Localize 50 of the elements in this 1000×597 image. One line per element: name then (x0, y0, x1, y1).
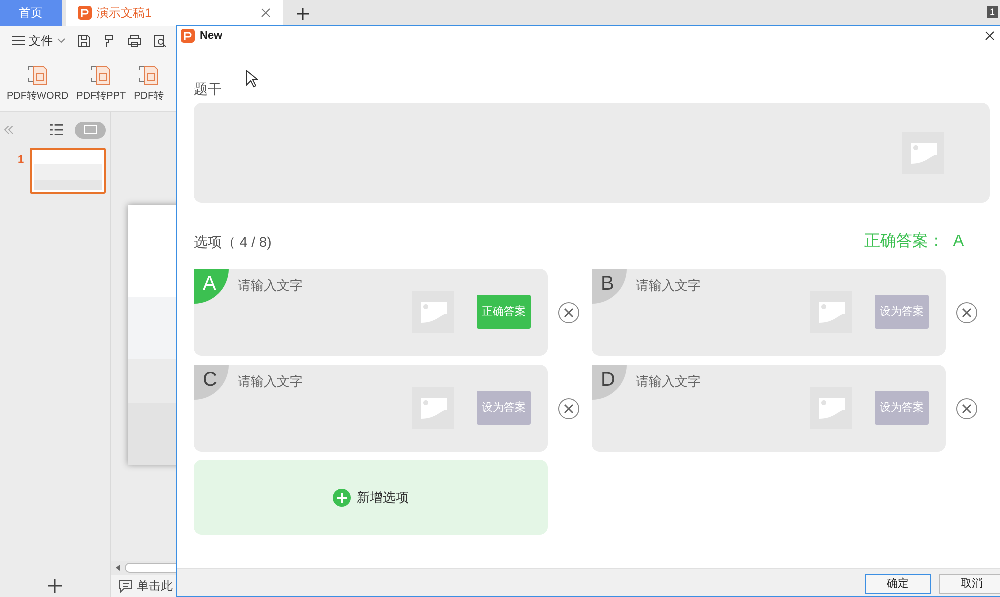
file-menu[interactable]: 文件 (12, 32, 66, 50)
document-convert-icon (90, 64, 112, 86)
caret-icon (57, 38, 66, 44)
add-option-button[interactable]: 新增选项 (194, 460, 548, 535)
document-convert-icon (26, 64, 49, 86)
slide-thumbnail[interactable] (30, 148, 106, 194)
plus-icon (333, 488, 351, 506)
save-icon[interactable] (78, 34, 91, 48)
stem-input[interactable] (194, 103, 990, 203)
document-icon (78, 6, 92, 20)
dialog-button[interactable]: 取消 (939, 574, 1000, 594)
slide-icon (84, 124, 98, 136)
stem-label: 题干 (194, 81, 222, 97)
document-convert-icon (138, 64, 160, 86)
option-text-field[interactable]: 请输入文字 (238, 276, 303, 356)
app-tab[interactable]: 首页 (0, 0, 62, 26)
cursor-icon (246, 70, 258, 88)
remove-icon[interactable] (558, 302, 580, 324)
correct-answer-label: 正确答案： A (864, 231, 964, 252)
new-tab-icon[interactable] (297, 8, 309, 20)
dialog-button[interactable]: 确定 (865, 574, 931, 594)
menu-icon (12, 36, 25, 46)
app-tab[interactable]: 演示文稿1 (66, 0, 283, 26)
ribbon-button[interactable]: PDF转 (133, 64, 166, 104)
ribbon-button[interactable]: PDF转WORD (6, 64, 70, 104)
window-count[interactable]: 1 (986, 6, 998, 18)
option-letter: A (194, 269, 229, 304)
notes-icon (119, 580, 133, 592)
print-preview-icon[interactable] (154, 34, 168, 48)
app-logo-icon (181, 29, 195, 43)
option-letter: C (194, 365, 229, 400)
slide-number: 1 (18, 153, 24, 168)
options-label: 选项（ 4 / 8) (194, 232, 272, 252)
add-slide-icon[interactable] (48, 579, 62, 593)
dialog-title: New (200, 28, 223, 44)
remove-icon[interactable] (956, 302, 978, 324)
option-letter: B (592, 269, 627, 304)
close-icon[interactable] (985, 31, 995, 41)
option-text-field[interactable]: 请输入文字 (636, 372, 701, 452)
option-text-field[interactable]: 请输入文字 (238, 372, 303, 452)
remove-icon[interactable] (956, 398, 978, 420)
scroll-left-icon[interactable] (115, 565, 121, 571)
ribbon-button[interactable]: PDF转PPT (76, 64, 128, 104)
print-icon[interactable] (128, 34, 142, 48)
option-text-field[interactable]: 请输入文字 (636, 276, 701, 356)
notes-hint[interactable]: 单击此 (137, 577, 173, 595)
format-painter-icon[interactable] (103, 34, 116, 48)
remove-icon[interactable] (558, 398, 580, 420)
outline-view-icon[interactable] (50, 124, 64, 136)
option-letter: D (592, 365, 627, 400)
